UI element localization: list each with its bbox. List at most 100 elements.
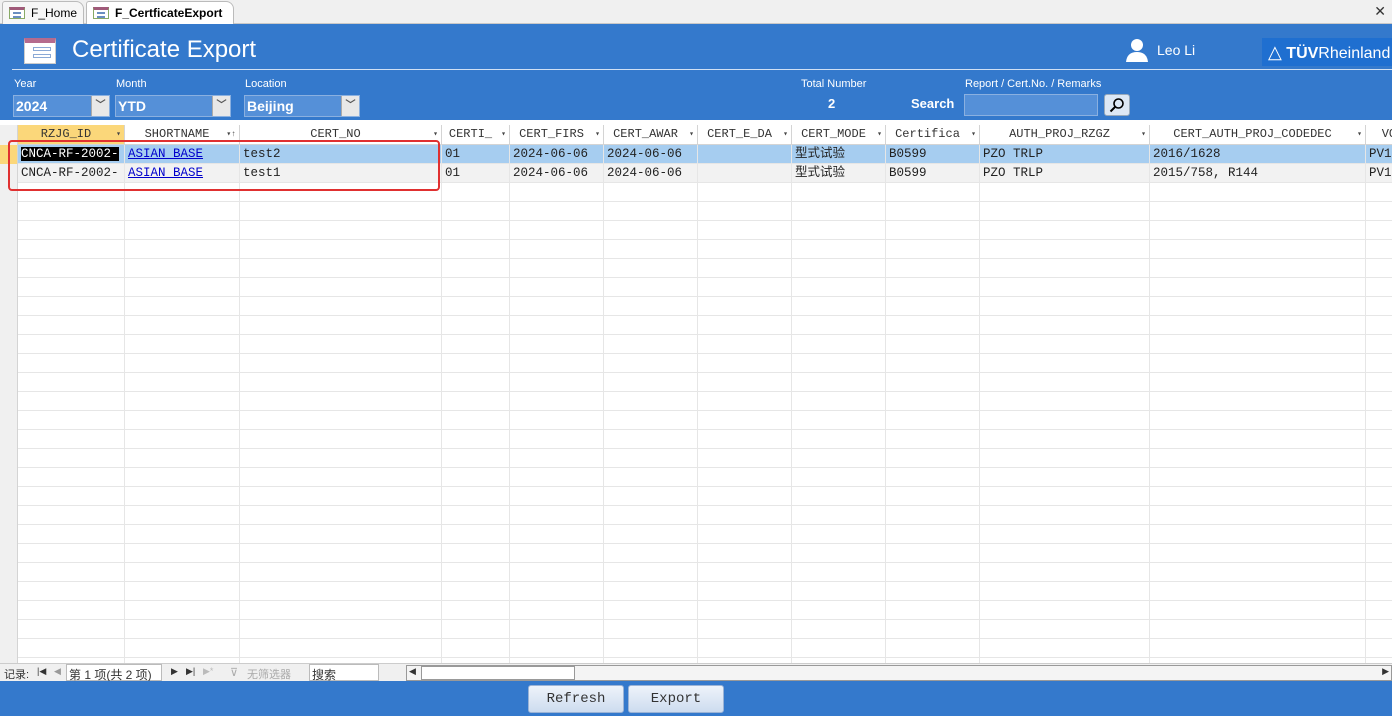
cell-vol[interactable]: PV1 [1366,164,1392,183]
record-selector[interactable] [0,506,18,525]
chevron-down-icon[interactable]: ﹀ [341,96,359,116]
cell-cert-mode[interactable]: 型式试验 [792,164,886,183]
cell-cert-auth-proj-codedec[interactable]: 2015/758, R144 [1150,164,1366,183]
tab-f-home[interactable]: F_Home [2,1,84,24]
last-record-icon[interactable]: ▶| [186,666,195,677]
cell-cert-mode[interactable]: 型式试验 [792,145,886,164]
cell-auth-proj-rzgz[interactable]: PZO TRLP [980,145,1150,164]
cell-cert-awar[interactable]: 2024-06-06 [604,145,698,164]
column-header[interactable]: CERT_AUTH_PROJ_CODEDEC ▾ [1150,125,1366,145]
record-selector[interactable] [0,240,18,259]
record-selector[interactable] [0,297,18,316]
nav-search-input[interactable]: 搜索 [309,664,379,682]
record-selector[interactable] [0,449,18,468]
empty-cell [698,582,792,601]
record-selector[interactable] [0,411,18,430]
empty-cell [792,240,886,259]
scroll-left-icon[interactable]: ◀ [409,666,416,677]
dropdown-arrow-icon[interactable]: ▾ [877,125,882,144]
year-select[interactable]: 2024 ﹀ [13,95,110,117]
column-header[interactable]: CERT_AWAR ▾ [604,125,698,145]
cell-cert-firs[interactable]: 2024-06-06 [510,164,604,183]
close-icon[interactable]: ✕ [1374,3,1386,20]
cell-certifica[interactable]: B0599 [886,164,980,183]
record-selector[interactable] [0,525,18,544]
dropdown-arrow-icon[interactable]: ▾ [689,125,694,144]
scroll-right-icon[interactable]: ▶ [1382,666,1389,677]
no-filter-button[interactable]: 无筛选器 [247,666,291,682]
dropdown-arrow-icon[interactable]: ▾ [783,125,788,144]
next-record-icon[interactable]: ▶ [171,666,178,677]
empty-row [0,639,1392,658]
record-position-input[interactable]: 第 1 项(共 2 项) [66,664,162,682]
empty-cell [442,468,510,487]
empty-cell [1150,430,1366,449]
search-button[interactable] [1104,94,1130,116]
scrollbar-thumb[interactable] [421,666,575,680]
record-selector[interactable] [0,202,18,221]
record-selector[interactable] [0,468,18,487]
record-selector[interactable] [0,259,18,278]
refresh-button[interactable]: Refresh [528,685,624,713]
empty-cell [792,601,886,620]
empty-row [0,506,1392,525]
empty-cell [510,183,604,202]
cell-cert-awar[interactable]: 2024-06-06 [604,164,698,183]
record-selector[interactable] [0,639,18,658]
column-header[interactable]: Certifica ▾ [886,125,980,145]
cell-vol[interactable]: PV1 [1366,145,1392,164]
prev-record-icon[interactable]: ◀ [54,666,61,677]
column-header[interactable]: CERTI_ ▾ [442,125,510,145]
cell-cert-firs[interactable]: 2024-06-06 [510,145,604,164]
record-selector[interactable] [0,354,18,373]
cell-certi-[interactable]: 01 [442,164,510,183]
empty-cell [604,221,698,240]
dropdown-arrow-icon[interactable]: ▾ [1141,125,1146,144]
empty-cell [1366,563,1392,582]
tab-f-certificate-export[interactable]: F_CertficateExport [86,1,234,24]
record-selector[interactable] [0,316,18,335]
dropdown-arrow-icon[interactable]: ▾ [595,125,600,144]
column-header[interactable]: CERT_E_DA ▾ [698,125,792,145]
record-selector[interactable] [0,620,18,639]
horizontal-scrollbar[interactable]: ◀ ▶ [406,665,1392,681]
location-select[interactable]: Beijing ﹀ [244,95,360,117]
chevron-down-icon[interactable]: ﹀ [212,96,230,116]
record-selector[interactable] [0,430,18,449]
first-record-icon[interactable]: |◀ [37,666,46,677]
column-header[interactable]: CERT_MODE ▾ [792,125,886,145]
dropdown-arrow-icon[interactable]: ▾ [1357,125,1362,144]
empty-cell [980,240,1150,259]
cell-certifica[interactable]: B0599 [886,145,980,164]
record-selector[interactable] [0,601,18,620]
new-record-icon[interactable]: ▶* [203,666,213,677]
dropdown-arrow-icon[interactable]: ▾ [501,125,506,144]
record-selector[interactable] [0,392,18,411]
empty-cell [125,392,240,411]
month-select[interactable]: YTD ﹀ [115,95,231,117]
export-button[interactable]: Export [628,685,724,713]
cell-cert-auth-proj-codedec[interactable]: 2016/1628 [1150,145,1366,164]
cell-cert-e-da[interactable] [698,145,792,164]
chevron-down-icon[interactable]: ﹀ [91,96,109,116]
search-icon [1109,98,1124,113]
cell-cert-e-da[interactable] [698,164,792,183]
record-selector[interactable] [0,544,18,563]
record-selector[interactable] [0,487,18,506]
column-header[interactable]: VOL▾ [1366,125,1392,145]
record-selector[interactable] [0,278,18,297]
empty-cell [18,278,125,297]
empty-cell [510,297,604,316]
record-selector[interactable] [0,563,18,582]
page-title: Certificate Export [72,36,257,63]
record-selector[interactable] [0,373,18,392]
cell-auth-proj-rzgz[interactable]: PZO TRLP [980,164,1150,183]
column-header[interactable]: CERT_FIRS ▾ [510,125,604,145]
column-header[interactable]: AUTH_PROJ_RZGZ ▾ [980,125,1150,145]
record-selector[interactable] [0,221,18,240]
search-input[interactable] [964,94,1098,116]
dropdown-arrow-icon[interactable]: ▾ [971,125,976,144]
record-selector[interactable] [0,582,18,601]
cell-certi-[interactable]: 01 [442,145,510,164]
record-selector[interactable] [0,335,18,354]
